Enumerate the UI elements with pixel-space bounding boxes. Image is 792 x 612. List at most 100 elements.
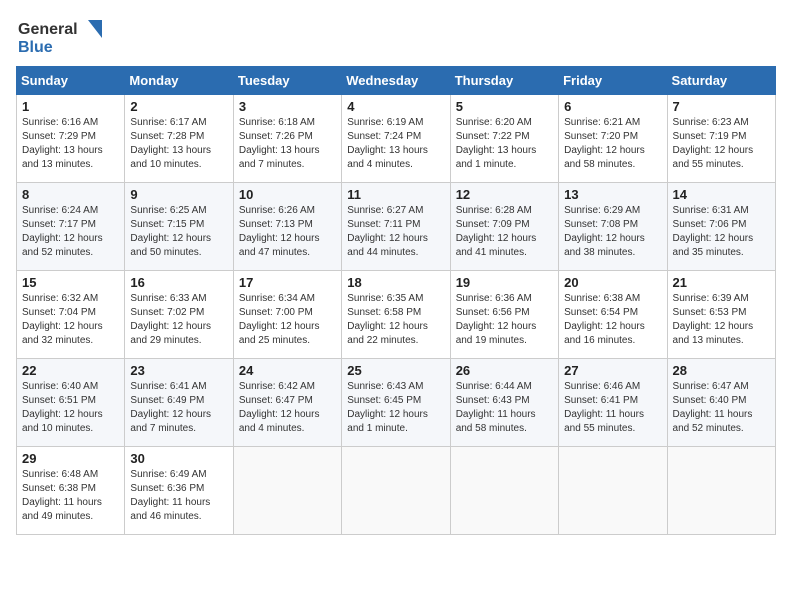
- cell-info: Sunrise: 6:27 AM Sunset: 7:11 PM Dayligh…: [347, 204, 444, 260]
- cell-info: Sunrise: 6:48 AM Sunset: 6:38 PM Dayligh…: [22, 468, 119, 524]
- calendar-cell: 12 Sunrise: 6:28 AM Sunset: 7:09 PM Dayli…: [450, 183, 558, 271]
- cell-info: Sunrise: 6:28 AM Sunset: 7:09 PM Dayligh…: [456, 204, 553, 260]
- day-number: 2: [130, 99, 227, 114]
- cell-info: Sunrise: 6:39 AM Sunset: 6:53 PM Dayligh…: [673, 292, 770, 348]
- calendar-cell: 25 Sunrise: 6:43 AM Sunset: 6:45 PM Dayli…: [342, 359, 450, 447]
- calendar-cell: 24 Sunrise: 6:42 AM Sunset: 6:47 PM Dayli…: [233, 359, 341, 447]
- header-friday: Friday: [559, 67, 667, 95]
- cell-info: Sunrise: 6:24 AM Sunset: 7:17 PM Dayligh…: [22, 204, 119, 260]
- day-number: 4: [347, 99, 444, 114]
- cell-info: Sunrise: 6:47 AM Sunset: 6:40 PM Dayligh…: [673, 380, 770, 436]
- day-number: 17: [239, 275, 336, 290]
- cell-info: Sunrise: 6:26 AM Sunset: 7:13 PM Dayligh…: [239, 204, 336, 260]
- day-number: 24: [239, 363, 336, 378]
- calendar-cell: 29 Sunrise: 6:48 AM Sunset: 6:38 PM Dayli…: [17, 447, 125, 535]
- cell-info: Sunrise: 6:35 AM Sunset: 6:58 PM Dayligh…: [347, 292, 444, 348]
- header-thursday: Thursday: [450, 67, 558, 95]
- logo-icon: GeneralBlue: [16, 16, 106, 56]
- week-row-3: 15 Sunrise: 6:32 AM Sunset: 7:04 PM Dayli…: [17, 271, 776, 359]
- calendar-cell: 11 Sunrise: 6:27 AM Sunset: 7:11 PM Dayli…: [342, 183, 450, 271]
- cell-info: Sunrise: 6:17 AM Sunset: 7:28 PM Dayligh…: [130, 116, 227, 172]
- day-number: 25: [347, 363, 444, 378]
- calendar-cell: 3 Sunrise: 6:18 AM Sunset: 7:26 PM Daylig…: [233, 95, 341, 183]
- calendar-cell: 9 Sunrise: 6:25 AM Sunset: 7:15 PM Daylig…: [125, 183, 233, 271]
- calendar-cell: [559, 447, 667, 535]
- day-number: 3: [239, 99, 336, 114]
- header-monday: Monday: [125, 67, 233, 95]
- cell-info: Sunrise: 6:16 AM Sunset: 7:29 PM Dayligh…: [22, 116, 119, 172]
- svg-text:Blue: Blue: [18, 39, 53, 56]
- cell-info: Sunrise: 6:18 AM Sunset: 7:26 PM Dayligh…: [239, 116, 336, 172]
- week-row-4: 22 Sunrise: 6:40 AM Sunset: 6:51 PM Dayli…: [17, 359, 776, 447]
- cell-info: Sunrise: 6:29 AM Sunset: 7:08 PM Dayligh…: [564, 204, 661, 260]
- cell-info: Sunrise: 6:41 AM Sunset: 6:49 PM Dayligh…: [130, 380, 227, 436]
- calendar-cell: 17 Sunrise: 6:34 AM Sunset: 7:00 PM Dayli…: [233, 271, 341, 359]
- calendar-cell: 23 Sunrise: 6:41 AM Sunset: 6:49 PM Dayli…: [125, 359, 233, 447]
- day-number: 13: [564, 187, 661, 202]
- day-number: 28: [673, 363, 770, 378]
- cell-info: Sunrise: 6:19 AM Sunset: 7:24 PM Dayligh…: [347, 116, 444, 172]
- day-number: 23: [130, 363, 227, 378]
- calendar-table: SundayMondayTuesdayWednesdayThursdayFrid…: [16, 66, 776, 535]
- calendar-cell: 21Sunrise: 6:39 AM Sunset: 6:53 PM Dayli…: [667, 271, 775, 359]
- day-number: 9: [130, 187, 227, 202]
- calendar-cell: 27 Sunrise: 6:46 AM Sunset: 6:41 PM Dayli…: [559, 359, 667, 447]
- day-number: 27: [564, 363, 661, 378]
- calendar-cell: 1 Sunrise: 6:16 AM Sunset: 7:29 PM Daylig…: [17, 95, 125, 183]
- day-number: 19: [456, 275, 553, 290]
- calendar-body: 1 Sunrise: 6:16 AM Sunset: 7:29 PM Daylig…: [17, 95, 776, 535]
- calendar-cell: 6 Sunrise: 6:21 AM Sunset: 7:20 PM Daylig…: [559, 95, 667, 183]
- cell-info: Sunrise: 6:36 AM Sunset: 6:56 PM Dayligh…: [456, 292, 553, 348]
- cell-info: Sunrise: 6:25 AM Sunset: 7:15 PM Dayligh…: [130, 204, 227, 260]
- day-number: 11: [347, 187, 444, 202]
- calendar-cell: [667, 447, 775, 535]
- calendar-cell: [450, 447, 558, 535]
- logo: GeneralBlue: [16, 16, 106, 56]
- day-number: 1: [22, 99, 119, 114]
- cell-info: Sunrise: 6:21 AM Sunset: 7:20 PM Dayligh…: [564, 116, 661, 172]
- calendar-cell: 22 Sunrise: 6:40 AM Sunset: 6:51 PM Dayli…: [17, 359, 125, 447]
- day-number: 22: [22, 363, 119, 378]
- header-sunday: Sunday: [17, 67, 125, 95]
- calendar-cell: 4 Sunrise: 6:19 AM Sunset: 7:24 PM Daylig…: [342, 95, 450, 183]
- day-number: 10: [239, 187, 336, 202]
- calendar-cell: [233, 447, 341, 535]
- cell-info: Sunrise: 6:32 AM Sunset: 7:04 PM Dayligh…: [22, 292, 119, 348]
- cell-info: Sunrise: 6:49 AM Sunset: 6:36 PM Dayligh…: [130, 468, 227, 524]
- calendar-cell: 8Sunrise: 6:24 AM Sunset: 7:17 PM Daylig…: [17, 183, 125, 271]
- cell-info: Sunrise: 6:43 AM Sunset: 6:45 PM Dayligh…: [347, 380, 444, 436]
- calendar-cell: 19 Sunrise: 6:36 AM Sunset: 6:56 PM Dayli…: [450, 271, 558, 359]
- header-tuesday: Tuesday: [233, 67, 341, 95]
- day-number: 20: [564, 275, 661, 290]
- calendar-cell: [342, 447, 450, 535]
- cell-info: Sunrise: 6:23 AM Sunset: 7:19 PM Dayligh…: [673, 116, 770, 172]
- calendar-cell: 15 Sunrise: 6:32 AM Sunset: 7:04 PM Dayli…: [17, 271, 125, 359]
- day-number: 14: [673, 187, 770, 202]
- day-number: 6: [564, 99, 661, 114]
- cell-info: Sunrise: 6:42 AM Sunset: 6:47 PM Dayligh…: [239, 380, 336, 436]
- day-number: 26: [456, 363, 553, 378]
- calendar-cell: 7 Sunrise: 6:23 AM Sunset: 7:19 PM Daylig…: [667, 95, 775, 183]
- cell-info: Sunrise: 6:44 AM Sunset: 6:43 PM Dayligh…: [456, 380, 553, 436]
- cell-info: Sunrise: 6:34 AM Sunset: 7:00 PM Dayligh…: [239, 292, 336, 348]
- day-number: 5: [456, 99, 553, 114]
- day-number: 30: [130, 451, 227, 466]
- calendar-cell: 20 Sunrise: 6:38 AM Sunset: 6:54 PM Dayli…: [559, 271, 667, 359]
- cell-info: Sunrise: 6:20 AM Sunset: 7:22 PM Dayligh…: [456, 116, 553, 172]
- week-row-2: 8Sunrise: 6:24 AM Sunset: 7:17 PM Daylig…: [17, 183, 776, 271]
- cell-info: Sunrise: 6:46 AM Sunset: 6:41 PM Dayligh…: [564, 380, 661, 436]
- calendar-cell: 26 Sunrise: 6:44 AM Sunset: 6:43 PM Dayli…: [450, 359, 558, 447]
- day-number: 29: [22, 451, 119, 466]
- calendar-cell: 30 Sunrise: 6:49 AM Sunset: 6:36 PM Dayli…: [125, 447, 233, 535]
- cell-info: Sunrise: 6:38 AM Sunset: 6:54 PM Dayligh…: [564, 292, 661, 348]
- week-row-5: 29 Sunrise: 6:48 AM Sunset: 6:38 PM Dayli…: [17, 447, 776, 535]
- calendar-cell: 14 Sunrise: 6:31 AM Sunset: 7:06 PM Dayli…: [667, 183, 775, 271]
- cell-info: Sunrise: 6:33 AM Sunset: 7:02 PM Dayligh…: [130, 292, 227, 348]
- day-number: 15: [22, 275, 119, 290]
- day-number: 12: [456, 187, 553, 202]
- cell-info: Sunrise: 6:40 AM Sunset: 6:51 PM Dayligh…: [22, 380, 119, 436]
- cell-info: Sunrise: 6:31 AM Sunset: 7:06 PM Dayligh…: [673, 204, 770, 260]
- day-number: 7: [673, 99, 770, 114]
- week-row-1: 1 Sunrise: 6:16 AM Sunset: 7:29 PM Daylig…: [17, 95, 776, 183]
- day-number: 18: [347, 275, 444, 290]
